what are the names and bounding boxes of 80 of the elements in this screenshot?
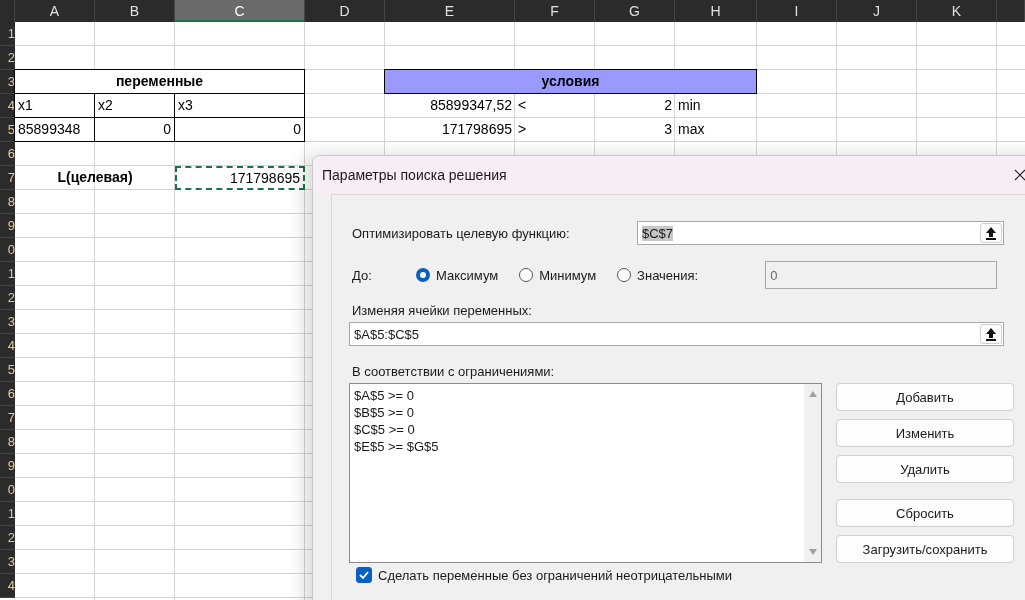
table-cell-text: max [677,120,706,139]
row-header[interactable]: 4 [0,334,15,358]
variables-field[interactable]: $A$5:$C$5 [349,322,1004,346]
field-value: $A$5:$C$5 [354,326,420,342]
objective-label: Оптимизировать целевую функцию: [352,225,571,241]
table-cell-text: min [677,96,702,115]
column-header[interactable]: B [95,0,175,22]
row-header[interactable]: 8 [0,190,15,214]
collapse-button[interactable] [980,324,1002,344]
dialog-button[interactable]: Сбросить [836,499,1014,527]
table-cell-text: 85899347,52 [429,96,513,115]
row-header[interactable]: 6 [0,382,15,406]
row-header[interactable]: 7 [0,166,15,190]
column-header[interactable]: K [917,0,997,22]
table-cell-text: 3 [663,120,673,139]
row-header[interactable]: 9 [0,214,15,238]
close-icon [1014,169,1025,181]
radio-button[interactable] [519,268,534,282]
table-cell-text: L(целевая) [56,168,134,187]
radio-label[interactable]: Минимум [539,267,597,283]
constraints-label: В соответствии с ограничениями: [352,364,556,379]
column-header[interactable]: H [675,0,757,22]
checkbox-label[interactable]: Сделать переменные без ограничений неотрицательными [378,567,732,583]
row-header[interactable]: 3 [0,310,15,334]
column-header[interactable]: D [305,0,385,22]
check-icon [358,569,370,581]
field-value: $C$7 [642,225,674,241]
row-header[interactable]: 1 [0,262,15,286]
row-header[interactable]: 4 [0,574,15,598]
row-header[interactable]: 3 [0,550,15,574]
constraints-list[interactable]: $A$5 >= 0 $B$5 >= 0 $C$5 >= 0 $E$5 >= $G$5 [349,383,822,563]
constraint-item[interactable]: $B$5 >= 0 [354,404,439,421]
radio-button[interactable] [617,268,632,282]
checkbox[interactable] [356,567,372,583]
row-header[interactable]: 2 [0,286,15,310]
to-label: До: [352,267,373,283]
table-cell-text: > [517,120,528,139]
upload-icon [985,226,997,240]
objective-field[interactable]: $C$7 [637,221,1004,245]
collapse-button[interactable] [980,223,1002,243]
column-header[interactable]: J [837,0,917,22]
table-cell-text: 2 [663,96,673,115]
close-button[interactable] [1014,168,1025,182]
radio-label[interactable]: Значения: [637,267,699,283]
column-header[interactable]: C [175,0,305,22]
table-title: условия [384,69,757,94]
row-header[interactable]: 2 [0,526,15,550]
dialog-button[interactable]: Добавить [836,383,1014,411]
table-cell: 0 [174,117,305,142]
row-header[interactable]: 0 [0,478,15,502]
row-header[interactable]: 1 [0,502,15,526]
table-cell: 85899348 [14,117,95,142]
column-header[interactable]: E [385,0,515,22]
table-cell-text: 171798695 [440,120,513,139]
row-header[interactable]: 6 [0,142,15,166]
row-header[interactable]: 2 [0,46,15,70]
column-header[interactable]: A [15,0,95,22]
constraint-item[interactable]: $C$5 >= 0 [354,421,439,438]
dialog-title: Параметры поиска решения [322,167,507,183]
constraint-item[interactable]: $A$5 >= 0 [354,387,439,404]
dialog-button[interactable]: Изменить [836,419,1014,447]
dialog-button[interactable]: Удалить [836,455,1014,483]
column-header[interactable]: G [595,0,675,22]
radio-button[interactable] [416,268,430,282]
row-header[interactable]: 5 [0,358,15,382]
table-cell[interactable]: 171798695 [175,166,305,190]
radio-label[interactable]: Максимум [436,267,499,283]
row-header[interactable]: 1 [0,22,15,46]
row-header[interactable]: 0 [0,238,15,262]
dialog-button[interactable]: Загрузить/сохранить [836,535,1014,563]
table-title: переменные [14,69,305,94]
row-header[interactable]: 8 [0,430,15,454]
row-header[interactable]: 9 [0,454,15,478]
variables-label: Изменяя ячейки переменных: [352,303,533,318]
constraint-item[interactable]: $E$5 >= $G$5 [354,438,439,455]
table-cell-text: < [517,96,528,115]
row-header[interactable]: 7 [0,406,15,430]
upload-icon [985,327,997,341]
column-header[interactable]: I [757,0,837,22]
column-header[interactable]: F [515,0,595,22]
